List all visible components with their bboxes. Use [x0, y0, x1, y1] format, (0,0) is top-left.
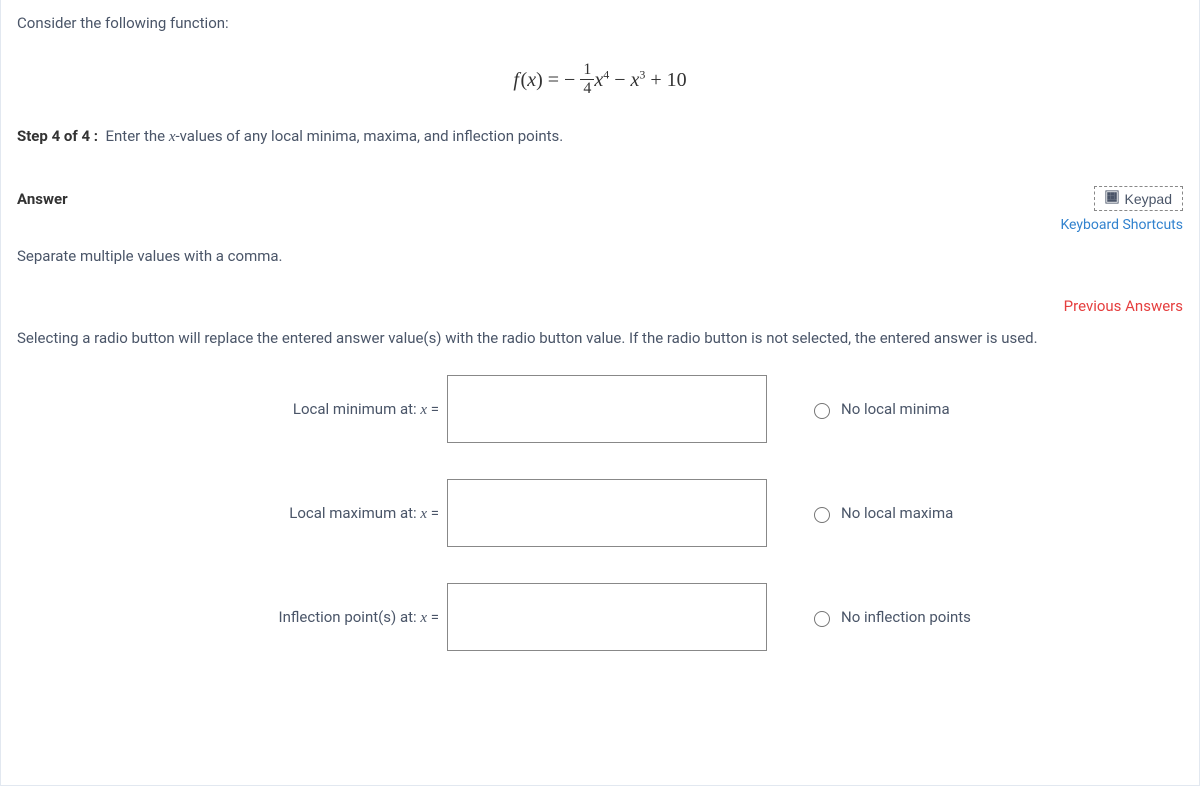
- radio-hint: Selecting a radio button will replace th…: [1, 315, 1199, 375]
- inflection-input[interactable]: [447, 583, 767, 651]
- maximum-input[interactable]: [447, 479, 767, 547]
- row-inflection: Inflection point(s) at: x = No inflectio…: [17, 583, 1183, 651]
- answer-header: Answer Keypad: [1, 186, 1199, 211]
- step-text-after: -values of any local minima, maxima, and…: [176, 127, 564, 145]
- question-section: Consider the following function: f (x) =…: [1, 0, 1199, 186]
- step-text-before: Enter the: [106, 127, 169, 145]
- no-local-minima-radio[interactable]: [814, 403, 830, 419]
- row-label-minimum: Local minimum at: x =: [17, 400, 447, 419]
- no-local-minima-label[interactable]: No local minima: [841, 400, 950, 418]
- keyboard-shortcuts-link[interactable]: Keyboard Shortcuts: [1, 211, 1199, 233]
- question-prompt: Consider the following function:: [17, 14, 1183, 32]
- page-container: Consider the following function: f (x) =…: [0, 0, 1200, 786]
- minimum-input[interactable]: [447, 375, 767, 443]
- no-local-maxima-label[interactable]: No local maxima: [841, 504, 953, 522]
- row-label-inflection: Inflection point(s) at: x =: [17, 608, 447, 627]
- keypad-button[interactable]: Keypad: [1094, 186, 1183, 211]
- equation-display: f (x) = − 14x4 − x3 + 10: [17, 32, 1183, 127]
- row-local-maximum: Local maximum at: x = No local maxima: [17, 479, 1183, 547]
- keypad-icon: [1105, 190, 1119, 207]
- step-instruction: Step 4 of 4 : Enter the x-values of any …: [17, 127, 1183, 186]
- row-label-maximum: Local maximum at: x =: [17, 504, 447, 523]
- row-local-minimum: Local minimum at: x = No local minima: [17, 375, 1183, 443]
- keypad-label: Keypad: [1125, 191, 1172, 207]
- step-label: Step 4 of 4 :: [17, 127, 98, 145]
- comma-hint: Separate multiple values with a comma.: [1, 233, 1199, 265]
- answer-title: Answer: [17, 190, 68, 208]
- input-rows: Local minimum at: x = No local minima Lo…: [1, 375, 1199, 651]
- no-local-maxima-radio[interactable]: [814, 507, 830, 523]
- no-inflection-label[interactable]: No inflection points: [841, 608, 971, 626]
- no-inflection-radio[interactable]: [814, 611, 830, 627]
- previous-answers-link[interactable]: Previous Answers: [1, 265, 1199, 315]
